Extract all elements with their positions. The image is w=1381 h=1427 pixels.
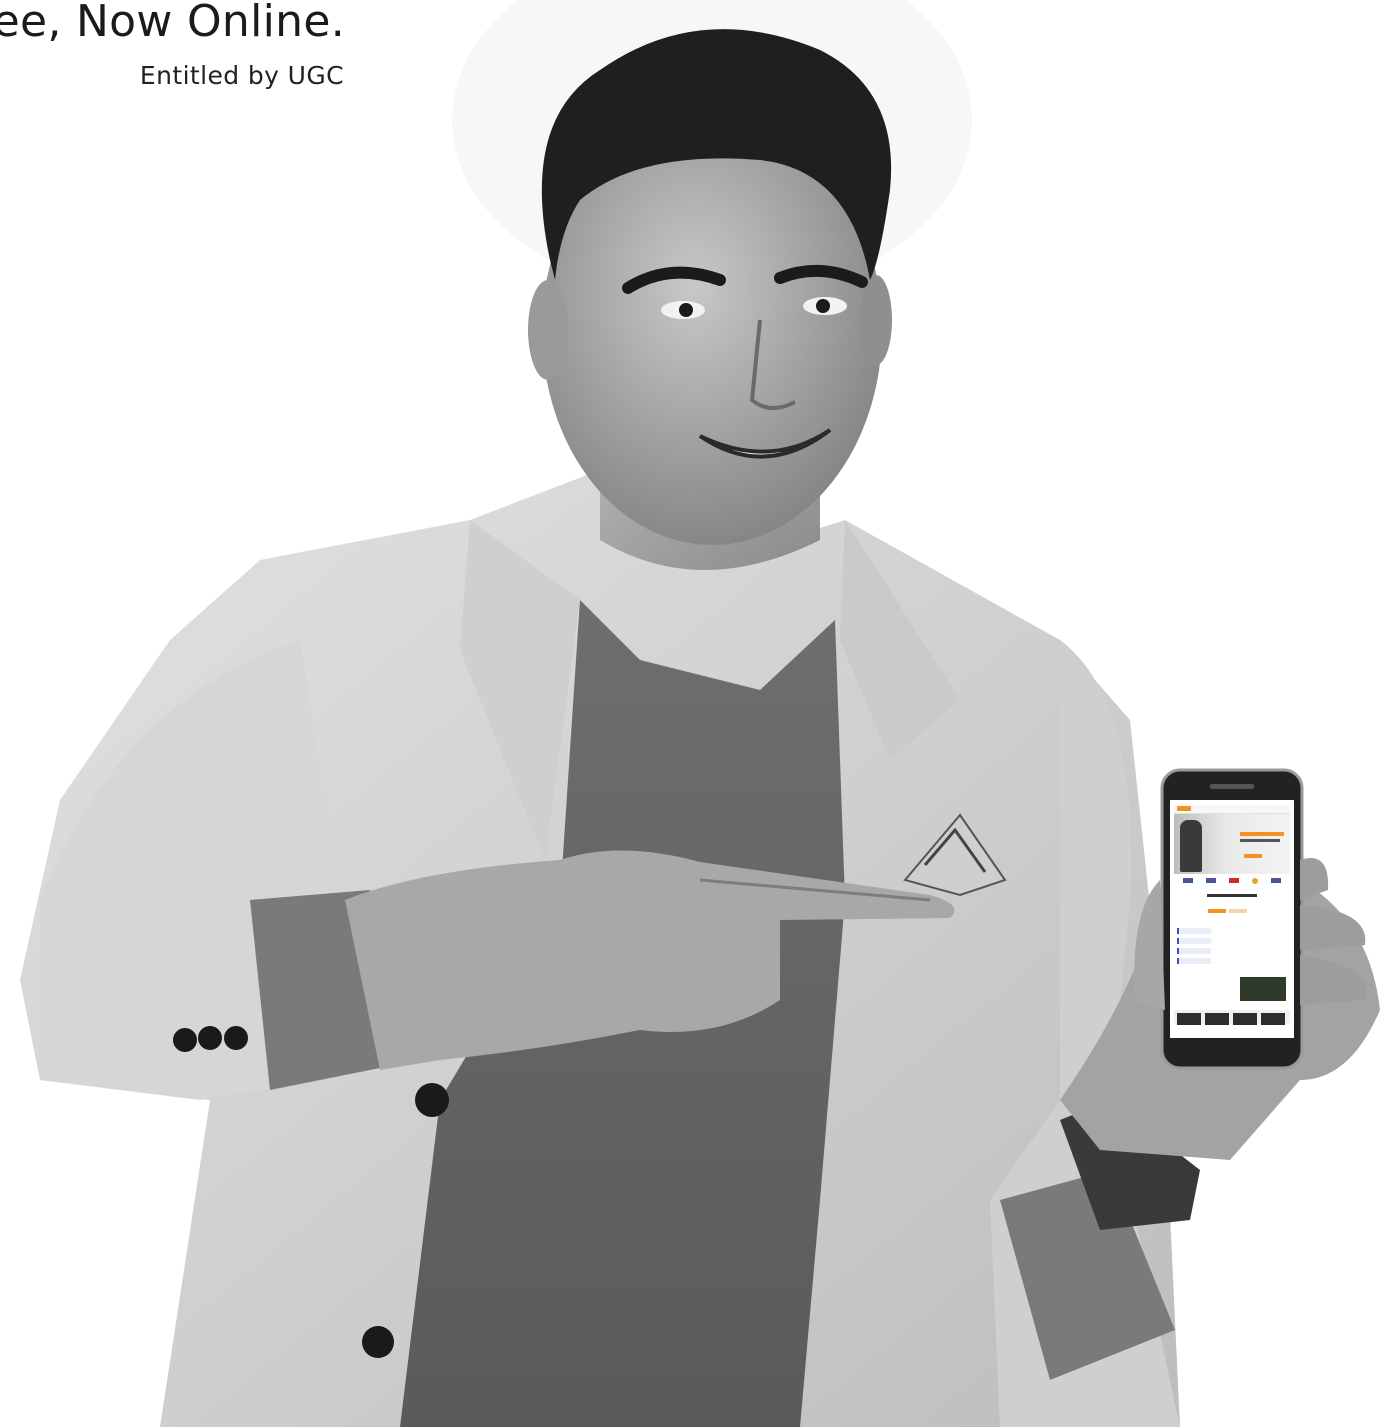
site-hero-button — [1244, 854, 1262, 858]
site-video-thumbnail — [1240, 977, 1286, 1001]
site-hero — [1174, 814, 1290, 874]
site-section-title — [1207, 894, 1257, 897]
site-hero-person — [1180, 820, 1202, 872]
site-accreditation-logos — [1174, 874, 1290, 888]
sleeve-button — [173, 1028, 197, 1052]
right-ear — [860, 275, 892, 365]
person-holding-phone-image — [20, 0, 1380, 1427]
phone-screen-website — [1174, 805, 1290, 1033]
jacket-button — [415, 1083, 449, 1117]
site-program-cards — [1174, 928, 1290, 964]
left-ear — [528, 280, 568, 380]
site-navbar — [1174, 805, 1290, 814]
site-logo — [1177, 806, 1191, 811]
